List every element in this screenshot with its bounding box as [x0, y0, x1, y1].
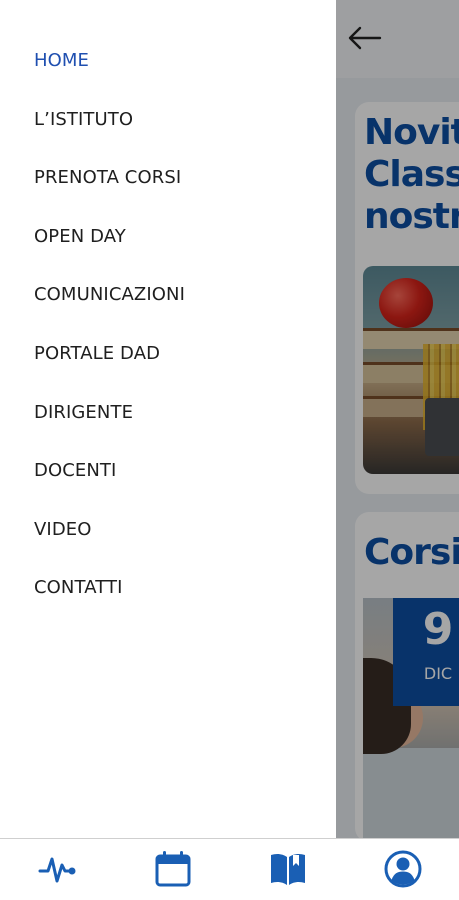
menu-item-portale-dad[interactable]: PORTALE DAD — [34, 339, 185, 398]
activity-pulse-icon[interactable] — [38, 849, 78, 889]
user-profile-icon[interactable] — [383, 849, 423, 889]
menu-item-home[interactable]: HOME — [34, 46, 185, 105]
menu-item-contatti[interactable]: CONTATTI — [34, 573, 185, 632]
menu-item-open-day[interactable]: OPEN DAY — [34, 222, 185, 281]
menu-item-dirigente[interactable]: DIRIGENTE — [34, 398, 185, 457]
calendar-icon[interactable] — [153, 849, 193, 889]
drawer-menu: HOME L’ISTITUTO PRENOTA CORSI OPEN DAY C… — [34, 46, 185, 632]
menu-item-video[interactable]: VIDEO — [34, 515, 185, 574]
navigation-drawer: HOME L’ISTITUTO PRENOTA CORSI OPEN DAY C… — [0, 0, 336, 838]
menu-item-docenti[interactable]: DOCENTI — [34, 456, 185, 515]
bottom-navigation-bar — [0, 838, 459, 900]
menu-item-prenota-corsi[interactable]: PRENOTA CORSI — [34, 163, 185, 222]
menu-item-comunicazioni[interactable]: COMUNICAZIONI — [34, 280, 185, 339]
book-icon[interactable] — [268, 849, 308, 889]
menu-item-istituto[interactable]: L’ISTITUTO — [34, 105, 185, 164]
